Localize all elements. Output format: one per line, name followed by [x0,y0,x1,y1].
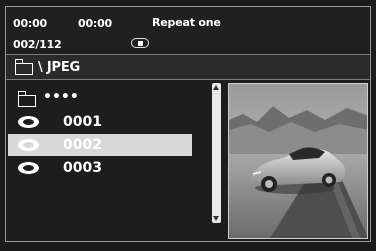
folder-icon [17,91,36,107]
disc-icon [18,162,39,174]
player-screen: 00:00 00:00 Repeat one 002/112 \ JPEG ••… [5,6,371,242]
stop-icon [131,38,149,48]
list-item-label: •••• [43,89,79,105]
list-item[interactable]: 0001 [8,111,192,133]
list-item-label: 0001 [63,114,102,130]
breadcrumb: \ JPEG [6,54,370,80]
list-item-label: 0002 [63,137,102,153]
photo-preview [228,83,368,239]
list-item[interactable]: 0003 [8,157,192,179]
list-item-selected[interactable]: 0002 [8,134,192,156]
list-item-label: 0003 [63,160,102,176]
scroll-down-arrow-icon[interactable] [213,216,219,221]
list-item-parent-folder[interactable]: •••• [8,87,192,109]
current-path: \ JPEG [38,60,80,75]
track-counter: 002/112 [13,38,62,51]
disc-icon [18,116,39,128]
scroll-up-arrow-icon[interactable] [213,85,219,90]
total-time: 00:00 [78,17,113,30]
elapsed-time: 00:00 [13,17,48,30]
car-photo-image [229,84,367,238]
repeat-mode: Repeat one [152,16,221,29]
status-bar: 00:00 00:00 Repeat one 002/112 [6,7,370,53]
file-list: •••• 0001 0002 0003 [6,81,224,241]
disc-icon [18,139,39,151]
folder-icon [14,59,33,75]
scrollbar[interactable] [212,83,221,223]
